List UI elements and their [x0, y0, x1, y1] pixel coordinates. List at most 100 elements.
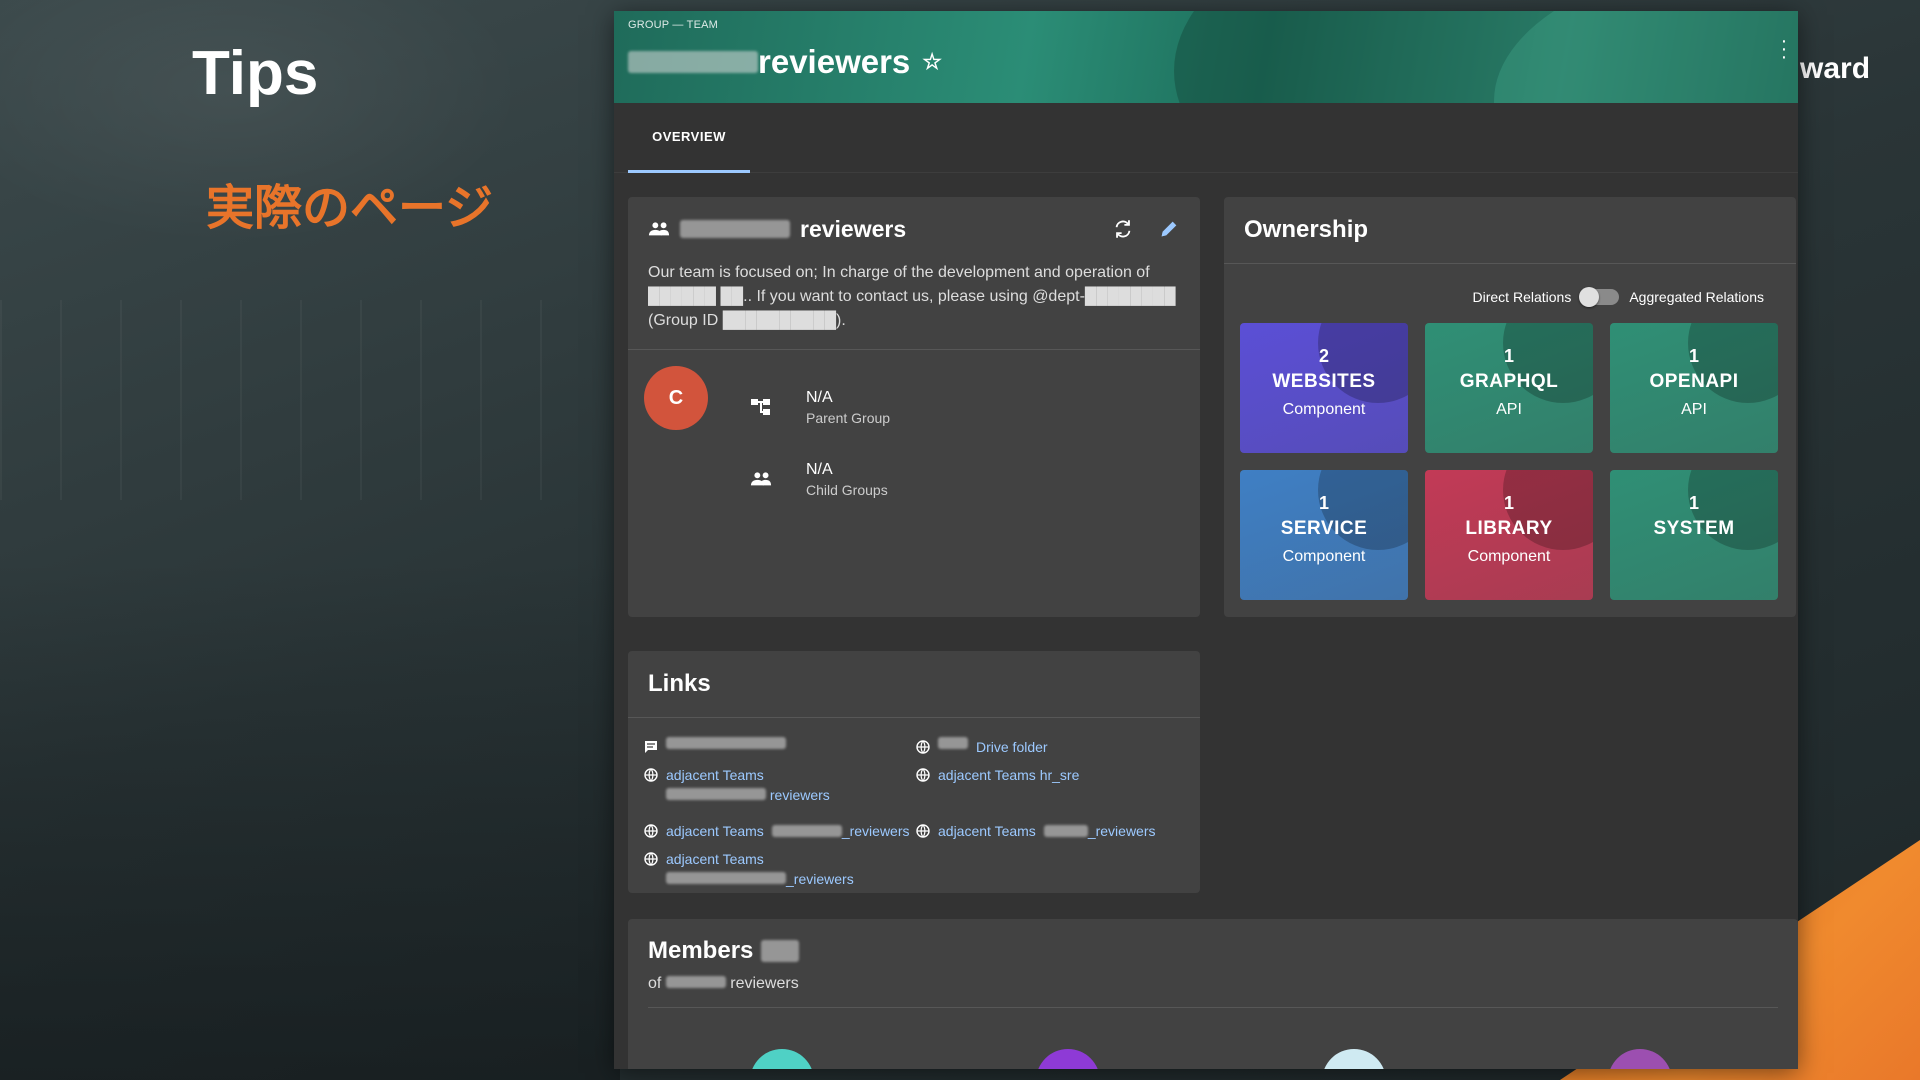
- page-header: GROUP — TEAM reviewers ☆ · · ·: [614, 11, 1798, 103]
- tile-count: 1: [1318, 493, 1329, 513]
- star-icon[interactable]: ☆: [922, 49, 942, 75]
- team-profile-card: reviewers Our team is focused on; In cha…: [628, 197, 1200, 617]
- link-label-2: reviewers: [769, 787, 830, 803]
- member-avatar[interactable]: TP: [1036, 1049, 1100, 1069]
- header-meta: GROUP — TEAM: [628, 19, 719, 31]
- link-label: adjacent Teams: [666, 767, 764, 783]
- redacted-count: [761, 940, 800, 962]
- globe-icon: [916, 740, 930, 754]
- redacted-text: [665, 976, 726, 988]
- page-title: reviewers ☆: [628, 43, 942, 81]
- tile-library[interactable]: 1 LIBRARY Component: [1425, 470, 1593, 600]
- links-card: Links Drive folder adjacent Teams review…: [628, 651, 1200, 893]
- link-item-drive[interactable]: Drive folder: [916, 737, 1048, 757]
- child-groups-value: N/A: [806, 461, 833, 478]
- aggregated-relations-label: Aggregated Relations: [1629, 289, 1764, 305]
- link-item-adjacent-hr-sre[interactable]: adjacent Teams hr_sre: [916, 765, 1079, 785]
- team-avatar: C: [644, 366, 708, 430]
- link-text: adjacent Teams reviewers: [666, 765, 830, 805]
- background-floor: [0, 560, 620, 1080]
- ownership-card: Ownership Direct Relations Aggregated Re…: [1224, 197, 1796, 617]
- members-title-text: Members: [648, 937, 754, 964]
- redacted-link-text: [771, 825, 842, 837]
- group-icon: [648, 222, 670, 236]
- team-card-header: reviewers: [628, 197, 1200, 261]
- switch-knob: [1579, 287, 1600, 307]
- tile-websites[interactable]: 2 WEBSITES Component: [1240, 323, 1408, 453]
- link-label-2: _reviewers: [786, 871, 854, 887]
- tile-kind: Component: [1282, 401, 1366, 418]
- tile-openapi[interactable]: 1 OPENAPI API: [1610, 323, 1778, 453]
- tile-kind: API: [1681, 401, 1707, 418]
- tile-count: 1: [1688, 493, 1699, 513]
- link-item-adjacent-3[interactable]: adjacent Teams _reviewers: [916, 821, 1156, 841]
- child-groups-label: Child Groups: [806, 482, 888, 498]
- members-header: Members of reviewers: [628, 919, 1798, 1008]
- redacted-link-text: [1043, 825, 1088, 837]
- redacted-text: [628, 51, 758, 73]
- team-relations: C N/A Parent Group N/A Child Groups: [628, 350, 1200, 590]
- globe-icon: [644, 824, 658, 838]
- redacted-text: [680, 220, 790, 238]
- parent-group-label: Parent Group: [806, 410, 891, 426]
- link-label: adjacent Teams: [666, 851, 764, 867]
- slide-subtitle: 実際のページ: [206, 182, 494, 235]
- tile-name: SYSTEM: [1653, 518, 1735, 539]
- parent-group-text: N/A Parent Group: [806, 388, 890, 428]
- background-windows: [0, 300, 600, 500]
- link-item-chat[interactable]: [644, 737, 786, 754]
- link-item-adjacent-2[interactable]: adjacent Teams _reviewers: [644, 821, 910, 841]
- redacted-link-text: [666, 788, 766, 800]
- tile-service[interactable]: 1 SERVICE Component: [1240, 470, 1408, 600]
- hierarchy-icon: [751, 399, 770, 415]
- link-item-adjacent-1[interactable]: adjacent Teams reviewers: [644, 765, 830, 805]
- members-subtitle-prefix: of: [648, 975, 662, 992]
- member-avatar[interactable]: [1322, 1049, 1386, 1069]
- redacted-link-text: [666, 737, 786, 749]
- links-header: Links: [628, 651, 1200, 718]
- app-window: GROUP — TEAM reviewers ☆ · · · OVERVIEW re…: [614, 11, 1798, 1069]
- group-icon: [750, 472, 772, 486]
- slide-title: Tips: [192, 39, 319, 108]
- tile-graphql[interactable]: 1 GRAPHQL API: [1425, 323, 1593, 453]
- parent-group-row: N/A Parent Group: [750, 388, 890, 428]
- more-menu-icon[interactable]: · · ·: [1778, 31, 1790, 67]
- tile-count: 1: [1503, 346, 1514, 366]
- redacted-link-text: [938, 737, 968, 749]
- tile-kind: Component: [1282, 548, 1366, 565]
- chat-icon: [645, 741, 657, 753]
- tile-name: GRAPHQL: [1459, 371, 1559, 392]
- refresh-icon[interactable]: [1112, 218, 1134, 240]
- tab-bar: OVERVIEW: [614, 103, 1798, 173]
- members-title: Members: [648, 937, 1778, 965]
- link-text: adjacent Teams _reviewers: [666, 849, 854, 889]
- link-item-adjacent-4[interactable]: adjacent Teams _reviewers: [644, 849, 854, 889]
- globe-icon: [644, 768, 658, 782]
- edit-icon[interactable]: [1158, 218, 1180, 240]
- tile-count: 1: [1688, 346, 1699, 366]
- members-subtitle-suffix: reviewers: [730, 975, 799, 992]
- member-avatar[interactable]: AE: [1608, 1049, 1672, 1069]
- member-avatar[interactable]: [750, 1049, 814, 1069]
- relations-switch[interactable]: [1579, 287, 1620, 307]
- link-label: adjacent Teams hr_sre: [938, 767, 1080, 783]
- link-label: adjacent Teams: [666, 823, 764, 839]
- child-groups-row: N/A Child Groups: [750, 460, 888, 500]
- child-groups-text: N/A Child Groups: [806, 460, 888, 500]
- link-label-line2: _reviewers: [666, 869, 854, 889]
- tile-kind: API: [1496, 401, 1522, 418]
- direct-relations-label: Direct Relations: [1472, 289, 1572, 305]
- tab-overview[interactable]: OVERVIEW: [628, 103, 750, 173]
- redacted-link-text: [666, 872, 786, 884]
- tile-name: WEBSITES: [1272, 371, 1376, 392]
- link-suffix: _reviewers: [841, 823, 910, 839]
- members-subtitle: of reviewers: [648, 975, 1778, 1008]
- tile-system[interactable]: 1 SYSTEM: [1610, 470, 1778, 600]
- link-suffix: _reviewers: [1087, 823, 1156, 839]
- ownership-header: Ownership: [1224, 197, 1796, 264]
- tile-count: 1: [1503, 493, 1514, 513]
- tile-name: LIBRARY: [1465, 518, 1553, 539]
- link-label: adjacent Teams: [938, 823, 1036, 839]
- tile-count: 2: [1318, 346, 1329, 366]
- link-label-line2: reviewers: [666, 785, 830, 805]
